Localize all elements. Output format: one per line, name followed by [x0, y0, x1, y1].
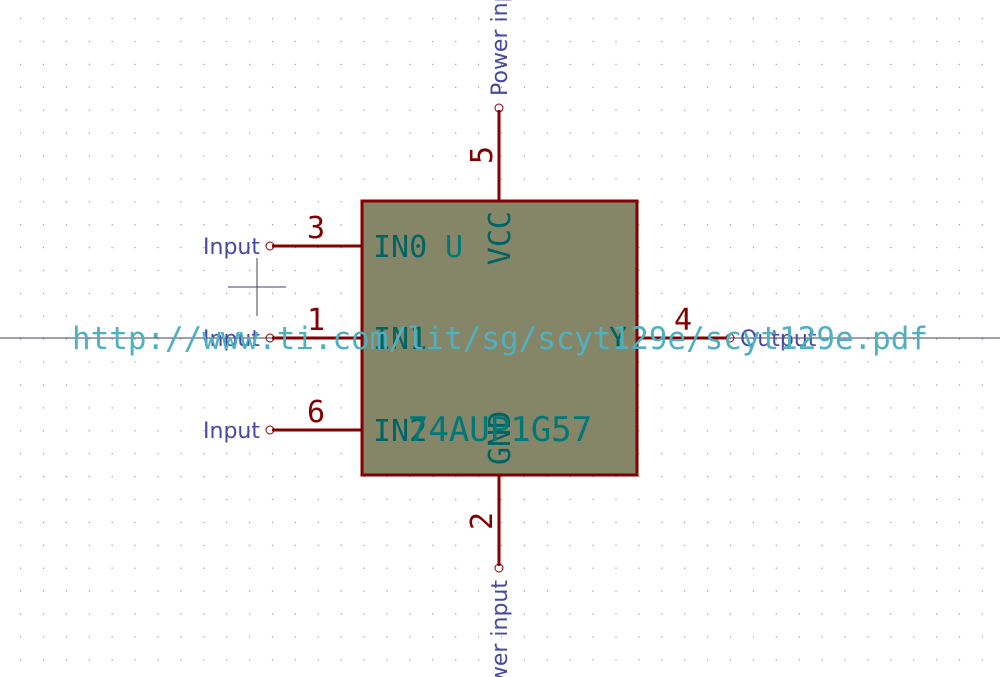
pin-type-gnd: Power input	[488, 580, 513, 677]
pin-number-gnd: 2	[465, 512, 500, 530]
pin-name-vcc: VCC	[483, 211, 518, 265]
pin-type-in0: Input	[203, 235, 260, 260]
pin-type-in2: Input	[203, 419, 260, 444]
schematic-canvas[interactable]: 3 1 6 4 5 2 IN0 IN1 IN2 Y VCC GND Input …	[0, 0, 1000, 677]
pin-number-in0: 3	[307, 211, 325, 246]
pin-number-vcc: 5	[465, 146, 500, 164]
cursor-crosshair	[228, 258, 286, 316]
reference-designator[interactable]: U	[445, 230, 463, 265]
pin-number-in2: 6	[307, 395, 325, 430]
pin-type-vcc: Power input	[488, 0, 513, 96]
pin-name-in0: IN0	[373, 230, 427, 265]
symbol-value[interactable]: 74AUP1G57	[408, 410, 592, 450]
datasheet-link[interactable]: http://www.ti.com/lit/sg/scyt129e/scyt12…	[72, 321, 928, 357]
